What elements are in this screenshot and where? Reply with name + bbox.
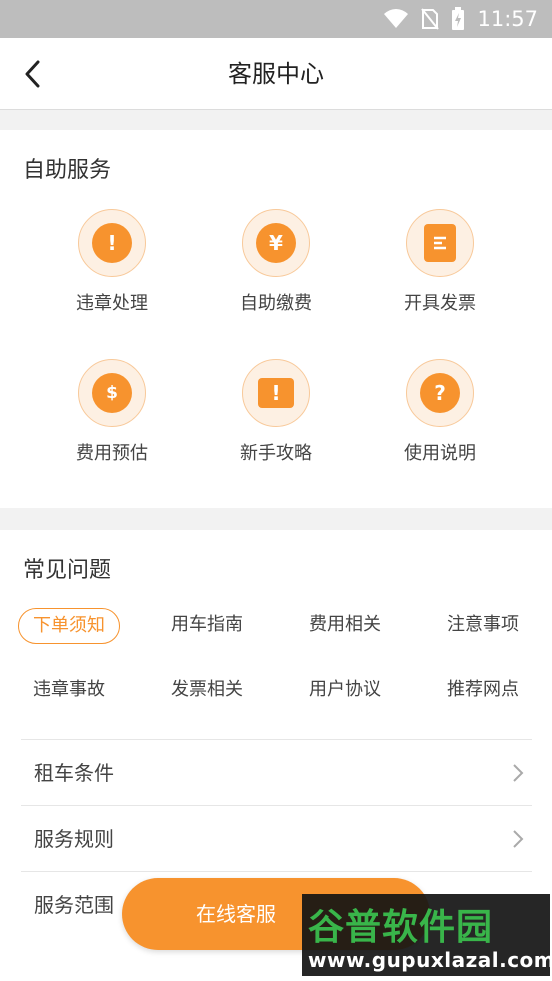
self-service-section: 自助服务 ! 违章处理 ¥ 自助缴费 开具发票 $ 费用预估 ! 新手攻略 ? …	[0, 130, 552, 508]
yuan-icon: ¥	[256, 223, 296, 263]
faq-row-service-rules[interactable]: 服务规则	[21, 805, 532, 871]
alert-icon: !	[92, 223, 132, 263]
invoice-ring	[406, 209, 474, 277]
status-bar: 11:57	[0, 0, 552, 38]
tag-fees[interactable]: 费用相关	[289, 608, 401, 644]
row-label: 租车条件	[34, 761, 114, 785]
grid-label: 新手攻略	[240, 443, 312, 464]
book-icon: !	[258, 378, 294, 408]
watermark-logo-text: 谷普软件园	[308, 907, 494, 948]
question-chat-icon: ?	[420, 373, 460, 413]
tag-car-guide[interactable]: 用车指南	[151, 608, 263, 644]
alert-ring: !	[78, 209, 146, 277]
grid-label: 违章处理	[76, 293, 148, 314]
grid-label: 开具发票	[404, 293, 476, 314]
book-ring: !	[242, 359, 310, 427]
battery-charging-icon	[451, 7, 465, 31]
header: 客服中心	[0, 38, 552, 110]
self-payment-item[interactable]: ¥ 自助缴费	[206, 209, 346, 319]
beginner-guide-item[interactable]: ! 新手攻略	[206, 359, 346, 469]
dollar-ring: $	[78, 359, 146, 427]
issue-invoice-item[interactable]: 开具发票	[370, 209, 510, 319]
wifi-icon	[383, 9, 409, 29]
tag-invoices[interactable]: 发票相关	[151, 673, 263, 709]
violation-handling-item[interactable]: ! 违章处理	[42, 209, 182, 319]
online-service-label: 在线客服	[196, 902, 276, 926]
row-label: 服务规则	[34, 827, 114, 851]
section-title-self-service: 自助服务	[23, 158, 112, 183]
row-label: 服务范围	[34, 893, 114, 917]
chevron-right-icon	[513, 830, 524, 848]
question-ring: ?	[406, 359, 474, 427]
dollar-icon: $	[92, 373, 132, 413]
grid-label: 自助缴费	[240, 293, 312, 314]
grid-label: 费用预估	[76, 443, 148, 464]
section-title-faq: 常见问题	[23, 558, 112, 583]
no-sim-icon	[421, 8, 440, 30]
chevron-right-icon	[513, 764, 524, 782]
status-time: 11:57	[477, 7, 538, 31]
tag-violations-accidents[interactable]: 违章事故	[13, 673, 125, 709]
tag-recommended-outlets[interactable]: 推荐网点	[427, 673, 539, 709]
faq-row-rental-conditions[interactable]: 租车条件	[21, 739, 532, 805]
page-title: 客服中心	[228, 60, 324, 88]
grid-label: 使用说明	[404, 443, 476, 464]
invoice-icon	[424, 224, 456, 262]
usage-instructions-item[interactable]: ? 使用说明	[370, 359, 510, 469]
yuan-ring: ¥	[242, 209, 310, 277]
tag-precautions[interactable]: 注意事项	[427, 608, 539, 644]
watermark: 谷普软件园 www.gupuxlazal.com	[302, 894, 552, 976]
watermark-logo: 谷普软件园	[308, 898, 493, 950]
tag-user-agreement[interactable]: 用户协议	[289, 673, 401, 709]
cost-estimate-item[interactable]: $ 费用预估	[42, 359, 182, 469]
tag-order-notice[interactable]: 下单须知	[18, 608, 120, 644]
watermark-url: www.gupuxlazal.com	[308, 948, 552, 972]
